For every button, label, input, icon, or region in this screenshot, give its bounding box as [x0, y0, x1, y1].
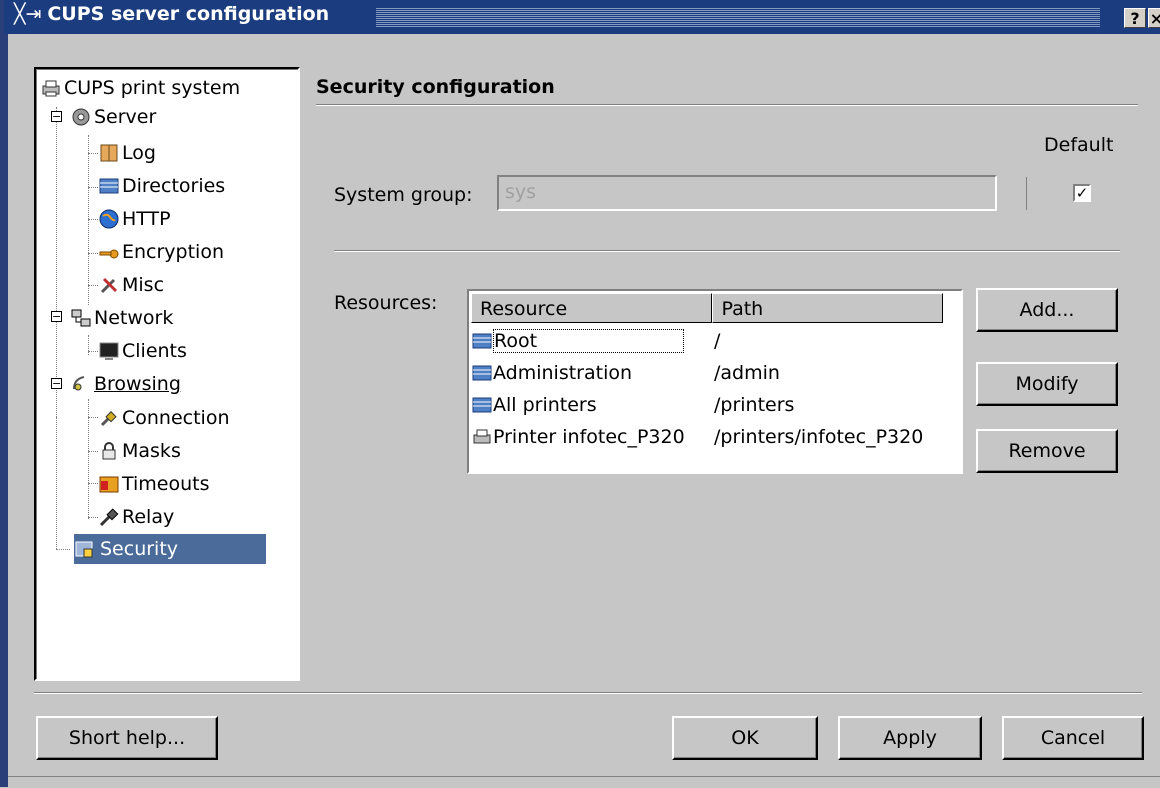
tree-item-clients[interactable]: Clients [98, 336, 187, 366]
config-tree[interactable]: CUPS print system − Server Log Directori… [34, 67, 300, 681]
tree-label: Browsing [94, 373, 181, 395]
cell-path: / [714, 330, 721, 352]
tree-item-security[interactable]: Security [74, 534, 266, 564]
cell-path: /admin [714, 362, 780, 384]
tools-icon [98, 274, 120, 296]
tree-item-cups-print-system[interactable]: CUPS print system [40, 73, 240, 103]
tree-label: Masks [122, 440, 181, 462]
folders-icon [98, 175, 120, 197]
tree-label: Misc [122, 274, 165, 296]
tree-item-network[interactable]: Network [70, 303, 173, 333]
resource-folder-icon [471, 330, 493, 352]
resources-label: Resources: [334, 292, 438, 314]
key-icon [98, 241, 120, 263]
column-path[interactable]: Path [712, 293, 943, 323]
tree-item-log[interactable]: Log [98, 138, 156, 168]
timer-icon [98, 473, 120, 495]
tree-label: Clients [122, 340, 187, 362]
footer-separator [34, 692, 1142, 694]
system-group-input[interactable]: sys [497, 175, 997, 211]
tree-item-http[interactable]: HTTP [98, 204, 171, 234]
cell-resource: Root [493, 329, 685, 353]
tree-item-relay[interactable]: Relay [98, 502, 174, 532]
tree-item-misc[interactable]: Misc [98, 270, 164, 300]
help-button[interactable]: ? [1124, 8, 1146, 28]
default-label: Default [1044, 134, 1114, 156]
modify-button[interactable]: Modify [976, 362, 1118, 406]
section-title: Security configuration [316, 76, 555, 98]
system-group-label: System group: [334, 184, 473, 206]
tree-label: Security [98, 538, 181, 560]
x-window-icon[interactable]: ╳⇥ [14, 3, 41, 25]
tree-item-directories[interactable]: Directories [98, 171, 225, 201]
tree-root-label: CUPS print system [64, 77, 241, 99]
tree-label: Encryption [122, 241, 225, 263]
vertical-divider [1026, 177, 1027, 210]
remove-button[interactable]: Remove [976, 429, 1118, 473]
printer-icon [471, 426, 493, 448]
expander-server[interactable]: − [51, 111, 62, 122]
ok-button[interactable]: OK [672, 716, 818, 760]
list-row-administration[interactable]: Administration /admin [469, 357, 780, 389]
apply-button[interactable]: Apply [838, 716, 982, 760]
tree-item-browsing[interactable]: Browsing [70, 369, 181, 399]
close-button[interactable]: × [1148, 8, 1160, 28]
cell-path: /printers/infotec_P320 [714, 426, 924, 448]
tree-item-encryption[interactable]: Encryption [98, 237, 224, 267]
add-button[interactable]: Add... [976, 288, 1118, 332]
tree-label: Timeouts [122, 473, 210, 495]
tree-item-timeouts[interactable]: Timeouts [98, 469, 210, 499]
printer-icon [40, 77, 62, 99]
title-bar[interactable]: ╳⇥ CUPS server configuration ? × [4, 0, 1160, 34]
tree-label: Server [94, 106, 157, 128]
status-strip [8, 776, 1160, 788]
cell-resource: Administration [493, 362, 633, 384]
title-bar-label: ╳⇥ CUPS server configuration [14, 3, 329, 25]
column-resource[interactable]: Resource [471, 293, 713, 323]
middle-separator [334, 250, 1120, 252]
cell-resource: All printers [493, 394, 597, 416]
cell-path: /printers [714, 394, 795, 416]
window-title: CUPS server configuration [47, 3, 330, 25]
resource-folder-icon [471, 394, 493, 416]
list-row-root[interactable]: Root / [469, 325, 720, 357]
tree-label: Network [94, 307, 174, 329]
title-bar-pattern [376, 7, 1100, 27]
tree-label: Relay [122, 506, 175, 528]
title-separator [316, 104, 1138, 106]
tree-item-server[interactable]: Server [70, 102, 156, 132]
short-help-button[interactable]: Short help... [36, 716, 218, 760]
cancel-button[interactable]: Cancel [1002, 716, 1144, 760]
security-icon [74, 538, 96, 560]
tree-item-connection[interactable]: Connection [98, 403, 230, 433]
resources-list[interactable]: Resource Path Root / Administration /adm… [467, 289, 963, 474]
tree-label: Connection [122, 407, 230, 429]
list-row-printer-infotec[interactable]: Printer infotec_P320 /printers/infotec_P… [469, 421, 923, 453]
list-row-all-printers[interactable]: All printers /printers [469, 389, 794, 421]
expander-network[interactable]: − [51, 311, 62, 322]
network-icon [70, 307, 92, 329]
cell-resource: Printer infotec_P320 [493, 426, 685, 448]
gear-icon [70, 106, 92, 128]
satellite-icon [70, 373, 92, 395]
tree-label: Directories [122, 175, 226, 197]
book-icon [98, 142, 120, 164]
default-checkbox[interactable]: ✓ [1073, 184, 1091, 202]
expander-browsing[interactable]: − [51, 378, 62, 389]
list-header: Resource Path [471, 293, 943, 323]
resource-folder-icon [471, 362, 493, 384]
plug-icon [98, 407, 120, 429]
tree-item-masks[interactable]: Masks [98, 436, 181, 466]
globe-icon [98, 208, 120, 230]
tree-label: Log [122, 142, 156, 164]
dialog-client: CUPS print system − Server Log Directori… [8, 34, 1160, 788]
tree-label: HTTP [122, 208, 171, 230]
monitor-icon [98, 340, 120, 362]
lock-icon [98, 440, 120, 462]
relay-plug-icon [98, 506, 120, 528]
